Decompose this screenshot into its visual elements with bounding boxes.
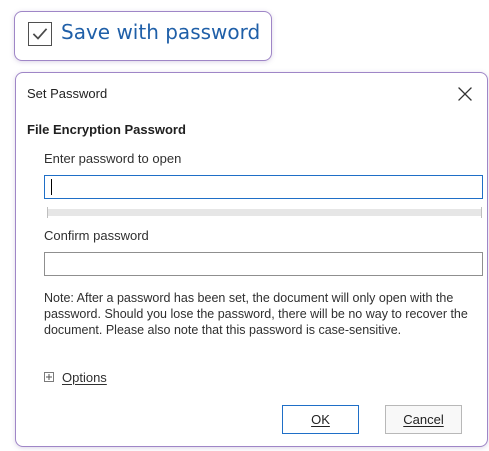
password-note: Note: After a password has been set, the… — [44, 291, 468, 337]
cancel-button[interactable]: Cancel — [385, 405, 462, 434]
password-strength-meter — [47, 209, 481, 216]
ok-button-label: OK — [311, 412, 330, 427]
checkbox-checked-icon — [32, 28, 48, 40]
section-title: File Encryption Password — [27, 122, 186, 137]
close-icon — [458, 87, 472, 101]
options-label: Options — [62, 370, 107, 385]
dialog-title: Set Password — [27, 86, 108, 101]
strength-meter-end-tick — [481, 207, 482, 218]
open-password-input[interactable] — [44, 175, 483, 199]
close-button[interactable] — [452, 81, 478, 107]
set-password-dialog: Set Password File Encryption Password En… — [15, 72, 488, 447]
dialog-titlebar: Set Password — [16, 73, 487, 115]
ok-button[interactable]: OK — [282, 405, 359, 434]
save-with-password-checkbox[interactable] — [28, 22, 52, 46]
cancel-button-label: Cancel — [403, 412, 444, 427]
confirm-password-input[interactable] — [44, 252, 483, 276]
text-caret — [51, 179, 52, 195]
save-with-password-label: Save with password — [61, 20, 261, 44]
open-password-label: Enter password to open — [44, 151, 182, 166]
expand-plus-icon — [44, 372, 54, 382]
save-with-password-callout: Save with password — [14, 11, 272, 61]
strength-meter-start-tick — [47, 207, 48, 218]
confirm-password-label: Confirm password — [44, 228, 149, 243]
page: Save with password Set Password File Enc… — [0, 0, 489, 451]
